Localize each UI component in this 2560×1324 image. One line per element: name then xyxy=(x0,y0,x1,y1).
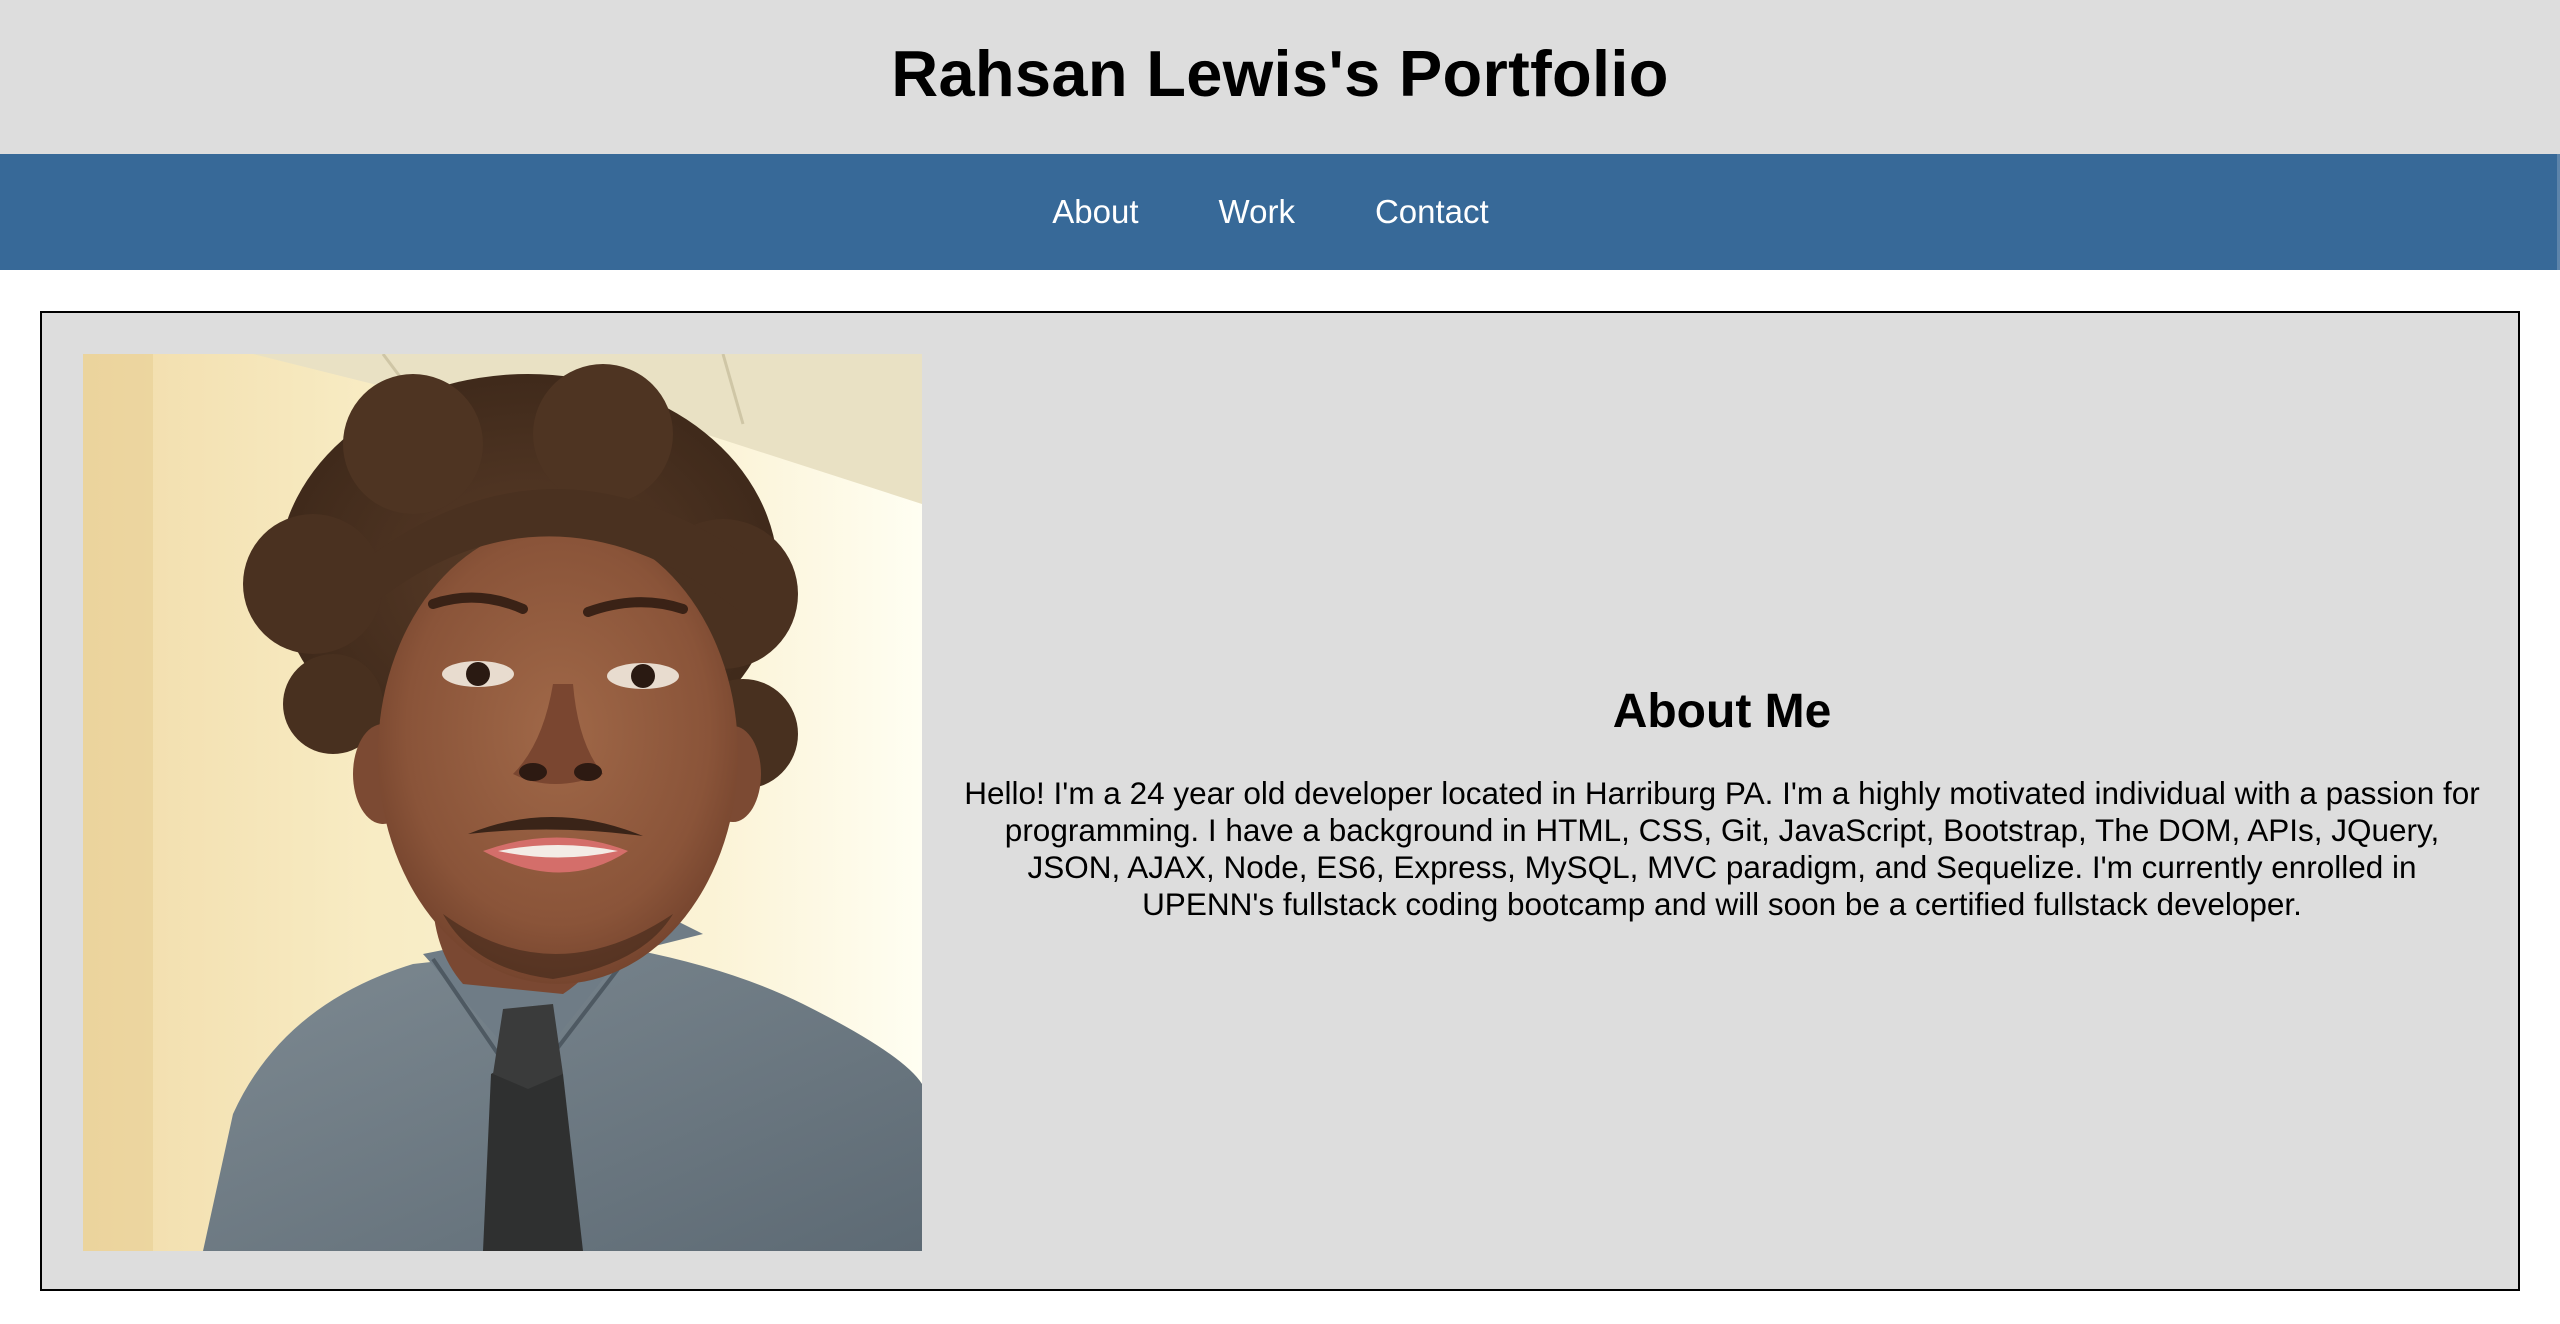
nav-link-contact[interactable]: Contact xyxy=(1375,193,1489,231)
profile-photo xyxy=(83,354,922,1251)
page-title: Rahsan Lewis's Portfolio xyxy=(891,36,1669,110)
about-section: About Me Hello! I'm a 24 year old develo… xyxy=(40,311,2520,1291)
about-content: About Me Hello! I'm a 24 year old develo… xyxy=(962,313,2482,1289)
about-paragraph: Hello! I'm a 24 year old developer locat… xyxy=(964,774,2480,922)
about-heading: About Me xyxy=(1612,684,1832,738)
main-nav: About Work Contact xyxy=(0,154,2560,270)
nav-link-about[interactable]: About xyxy=(1052,193,1138,231)
site-header: Rahsan Lewis's Portfolio xyxy=(0,0,2560,154)
nav-link-work[interactable]: Work xyxy=(1219,193,1295,231)
